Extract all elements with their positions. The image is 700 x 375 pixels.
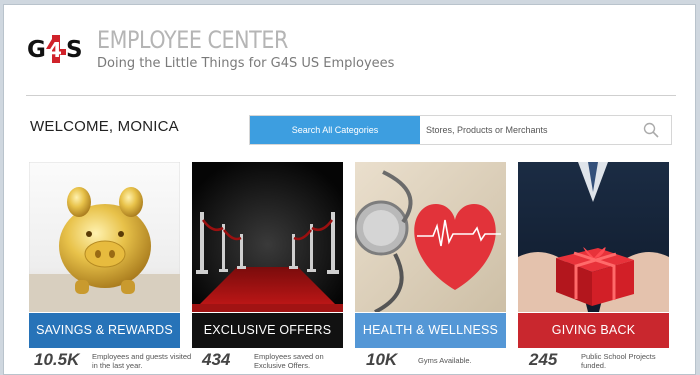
stat-health: 10K Gyms Available.	[366, 350, 526, 374]
search-icon[interactable]	[643, 122, 659, 138]
card-label: SAVINGS & REWARDS	[29, 313, 180, 348]
stat-description: Employees and guests visited in the last…	[92, 352, 192, 370]
card-giving-back[interactable]: GIVING BACK	[518, 162, 669, 348]
stat-description: Gyms Available.	[418, 356, 472, 365]
stat-number: 434	[202, 350, 231, 369]
stat-description: Employees saved on Exclusive Offers.	[254, 352, 324, 370]
red-carpet-image	[192, 162, 343, 312]
card-exclusive-offers[interactable]: EXCLUSIVE OFFERS	[192, 162, 343, 348]
card-label: GIVING BACK	[518, 313, 669, 348]
gift-box-image	[518, 162, 669, 312]
header-divider	[26, 95, 676, 96]
g4s-logo[interactable]: G 4 S	[26, 29, 90, 67]
page-frame: G 4 S EMPLOYEE CENTER Doing the Little T…	[3, 4, 696, 375]
stat-savings: 10.5K Employees and guests visited in th…	[34, 350, 194, 374]
welcome-message: WELCOME, MONICA	[30, 118, 179, 135]
stat-number: 245	[529, 350, 558, 369]
svg-text:G: G	[27, 37, 46, 63]
app-subtitle: Doing the Little Things for G4S US Emplo…	[97, 56, 395, 71]
stethoscope-heart-image	[355, 162, 506, 312]
stat-description: Public School Projects funded.	[581, 352, 656, 370]
card-label: EXCLUSIVE OFFERS	[192, 313, 343, 348]
stat-number: 10.5K	[34, 350, 80, 369]
piggy-bank-image	[29, 162, 180, 312]
search-bar: Search All Categories	[249, 115, 672, 145]
card-health-wellness[interactable]: HEALTH & WELLNESS	[355, 162, 506, 348]
stat-giving: 245 Public School Projects funded.	[529, 350, 689, 374]
svg-text:4: 4	[48, 38, 62, 62]
search-category-button[interactable]: Search All Categories	[250, 116, 420, 144]
svg-text:S: S	[66, 37, 83, 63]
card-savings-rewards[interactable]: SAVINGS & REWARDS	[29, 162, 180, 348]
g4s-logo-graphic: G 4 S	[27, 35, 83, 63]
stat-number: 10K	[366, 350, 398, 369]
stat-exclusive: 434 Employees saved on Exclusive Offers.	[202, 350, 362, 374]
card-label: HEALTH & WELLNESS	[355, 313, 506, 348]
app-title: EMPLOYEE CENTER	[97, 26, 288, 54]
search-input[interactable]	[426, 116, 636, 144]
